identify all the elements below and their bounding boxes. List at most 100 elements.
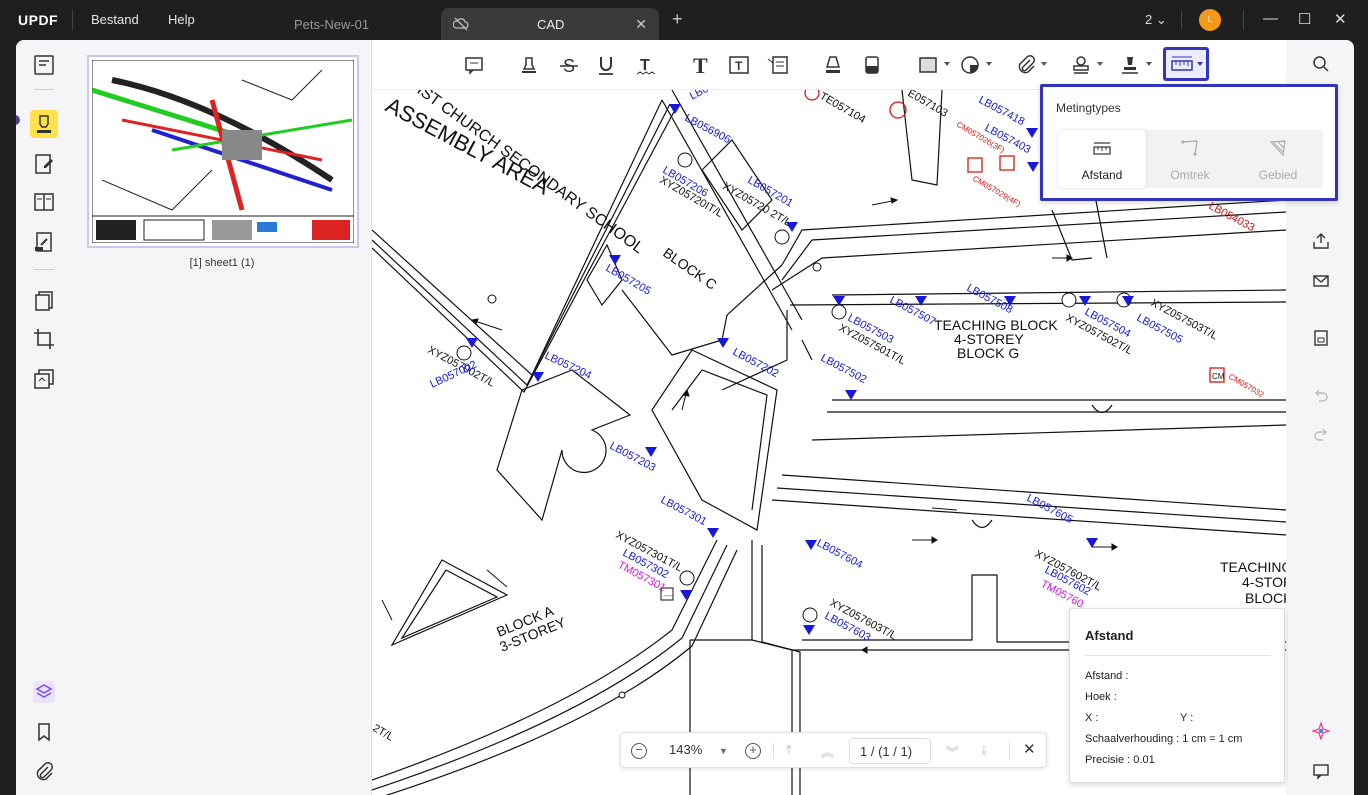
title-separator (1181, 10, 1182, 30)
edit-pdf-icon[interactable] (32, 152, 56, 176)
text-icon[interactable]: T (689, 53, 713, 78)
highlight-icon[interactable] (517, 53, 541, 77)
svg-text:T: T (735, 59, 743, 73)
sticker-icon[interactable] (958, 53, 982, 77)
measurement-type-group: Afstand Omtrek Gebied (1058, 130, 1323, 188)
eraser-icon[interactable] (860, 53, 884, 77)
tab-label: CAD (537, 17, 565, 32)
menu-help[interactable]: Help (168, 12, 195, 27)
label-block-c: BLOCK C (660, 244, 720, 292)
close-tab-icon[interactable]: ✕ (635, 16, 647, 33)
chevron-down-icon[interactable] (986, 62, 992, 66)
zoom-level[interactable]: 143% (669, 742, 702, 757)
label-school: IST CHURCH SECONDARY SCHOOL (414, 90, 647, 257)
chevron-down-icon[interactable] (1097, 62, 1103, 66)
bar-separator (1009, 743, 1010, 759)
zoom-in-icon[interactable]: + (745, 743, 761, 759)
ruler-icon[interactable] (1170, 53, 1194, 77)
label-lb057418: LB057418 (977, 94, 1027, 128)
last-page-icon[interactable]: ⤓ (981, 742, 987, 758)
maximize-icon[interactable]: ☐ (1298, 10, 1311, 28)
chevron-down-icon[interactable] (944, 62, 950, 66)
zoom-out-icon[interactable]: − (631, 743, 647, 759)
x-coordinate: X : (1085, 712, 1099, 724)
attachment-icon[interactable] (32, 760, 56, 784)
title-separator (1243, 10, 1244, 30)
strikethrough-icon[interactable]: S (557, 53, 581, 77)
cloud-off-icon (452, 17, 469, 34)
label-tb-e3: BLOCK (1245, 590, 1286, 606)
squiggly-underline-icon[interactable]: T (634, 53, 658, 77)
crop-icon[interactable] (32, 327, 56, 351)
first-page-icon[interactable]: ⤒ (786, 742, 792, 758)
page-thumbnail[interactable] (87, 55, 359, 248)
measure-perimeter-option[interactable]: Omtrek (1146, 130, 1234, 188)
measure-area-option[interactable]: Gebied (1234, 130, 1322, 188)
minimize-icon[interactable]: — (1263, 10, 1278, 27)
close-bar-icon[interactable]: ✕ (1023, 740, 1036, 758)
title-separator (72, 10, 73, 30)
attach-file-icon[interactable] (1014, 53, 1038, 77)
label-lb054033: LB054033 (1207, 200, 1257, 234)
precision-value: Precisie : 0.01 (1085, 754, 1155, 766)
next-page-icon[interactable]: ︾ (946, 742, 959, 761)
fill-sign-icon[interactable] (32, 230, 56, 254)
undo-icon[interactable] (1312, 386, 1330, 404)
label-lb057507: LB057507 (888, 294, 938, 328)
label-assembly: ASSEMBLY AREA (382, 92, 554, 199)
share-icon[interactable] (1312, 232, 1330, 250)
tab-cad[interactable]: CAD ✕ (441, 8, 659, 40)
layers-icon[interactable] (32, 680, 56, 704)
page-number-input[interactable]: 1 / (1 / 1) (849, 738, 931, 764)
tab-pets-new-01[interactable]: Pets-New-01 (260, 8, 440, 40)
chevron-down-icon[interactable] (1197, 62, 1203, 66)
menu-bestand[interactable]: Bestand (91, 12, 139, 27)
organize-pages-icon[interactable] (32, 190, 56, 214)
chevron-down-icon[interactable] (1041, 62, 1047, 66)
comment-icon[interactable] (462, 53, 486, 77)
text-callout-icon[interactable] (766, 53, 790, 77)
window-count[interactable]: 2 ⌄ (1145, 12, 1167, 28)
popup-title: Metingtypes (1056, 101, 1121, 115)
label-e057103: E057103 (906, 90, 950, 120)
label-te057104: TE057104 (818, 90, 868, 126)
measure-distance-option[interactable]: Afstand (1058, 130, 1146, 188)
ruler-icon (1093, 142, 1111, 155)
shape-rectangle-icon[interactable] (916, 53, 940, 77)
search-icon[interactable] (1312, 55, 1330, 73)
zoom-dropdown-icon[interactable]: ▼ (719, 746, 728, 756)
stamp-icon[interactable] (1069, 53, 1093, 77)
reader-icon[interactable] (32, 53, 56, 77)
underline-icon[interactable] (594, 53, 618, 77)
new-tab-icon[interactable]: + (672, 10, 683, 28)
prev-page-icon[interactable]: ︽ (821, 742, 834, 761)
page-tools-icon[interactable] (32, 289, 56, 313)
label-tb-e2: 4-STOR (1242, 574, 1286, 590)
bookmark-icon[interactable] (32, 720, 56, 744)
perimeter-icon (1181, 140, 1198, 156)
svg-text:—: — (664, 590, 673, 600)
signature-icon[interactable] (1118, 53, 1142, 77)
ocr-icon[interactable] (32, 367, 56, 391)
svg-text:T: T (693, 53, 708, 77)
comment-highlighter-icon[interactable] (32, 112, 56, 136)
pencil-icon[interactable] (821, 53, 845, 77)
updf-logo: UPDF (18, 12, 59, 28)
panel-divider (1085, 655, 1271, 656)
avatar[interactable]: L (1199, 9, 1221, 31)
svg-text:T: T (640, 57, 650, 74)
text-box-icon[interactable]: T (727, 53, 751, 77)
left-toolbar (16, 40, 72, 795)
redo-icon[interactable] (1312, 425, 1330, 443)
comments-panel-icon[interactable] (1312, 762, 1330, 780)
chevron-down-icon[interactable] (1146, 62, 1152, 66)
label-cm-box: CM (1212, 372, 1225, 381)
label-left-edge: 2T/L (372, 722, 396, 743)
close-window-icon[interactable]: ✕ (1334, 10, 1347, 28)
label-lb057205: LB057205 (604, 262, 653, 297)
label-cm2: CM057029(4F) (971, 174, 1022, 209)
scale-ratio: Schaalverhouding : 1 cm = 1 cm (1085, 733, 1243, 745)
ai-assistant-icon[interactable] (1310, 720, 1332, 742)
mail-icon[interactable] (1312, 272, 1330, 290)
save-icon[interactable] (1312, 329, 1330, 347)
